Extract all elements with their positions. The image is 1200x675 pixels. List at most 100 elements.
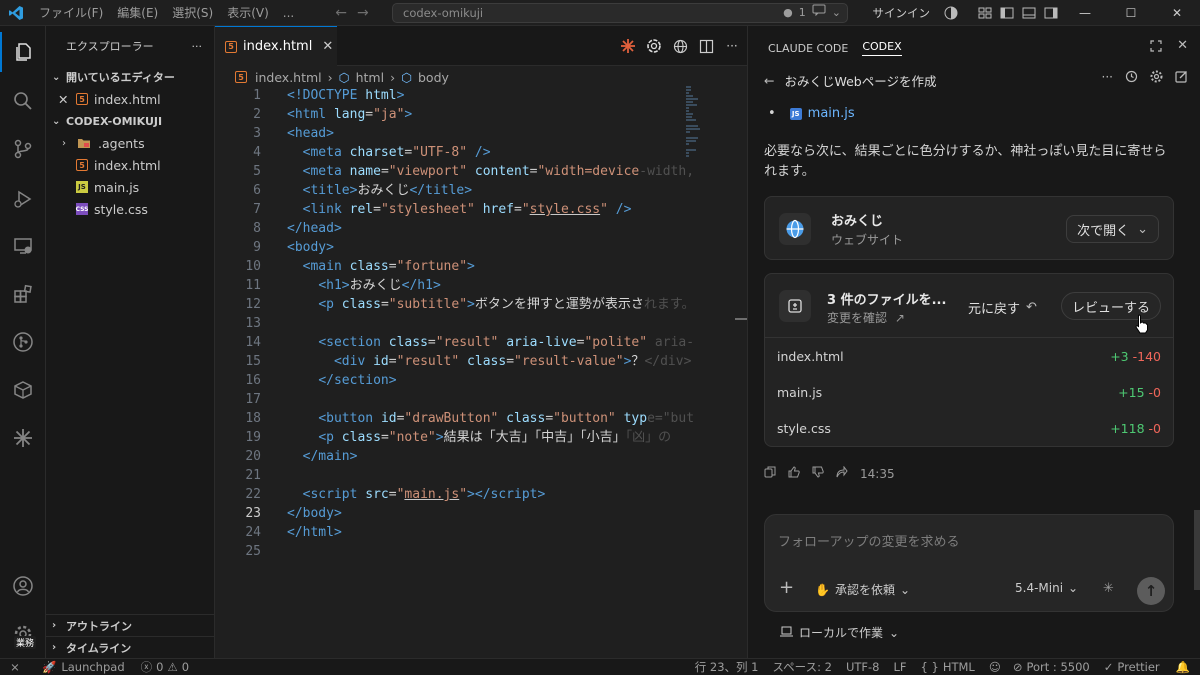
work-location-dropdown[interactable]: ローカルで作業 ⌄: [780, 624, 899, 641]
language-mode[interactable]: { } HTML: [921, 660, 975, 674]
tree-item-agents[interactable]: › .agents: [46, 132, 214, 154]
code-line[interactable]: 5 <meta name="viewport" content="width=d…: [215, 162, 735, 181]
customize-layout-icon[interactable]: [974, 0, 996, 26]
tab-codex[interactable]: CODEX: [862, 40, 902, 56]
copilot-icon[interactable]: ☺: [989, 660, 1001, 674]
menu-view[interactable]: 表示(V): [220, 0, 276, 26]
account-icon[interactable]: [0, 566, 46, 606]
reasoning-sparkle-icon[interactable]: ✳: [1103, 581, 1114, 596]
code-line[interactable]: 4 <meta charset="UTF-8" />: [215, 143, 735, 162]
back-arrow-icon[interactable]: ←: [764, 73, 774, 88]
claude-icon[interactable]: [0, 418, 46, 458]
code-line[interactable]: 24 </html>: [215, 523, 735, 542]
split-editor-icon[interactable]: [697, 37, 715, 55]
menu-file[interactable]: ファイル(F): [32, 0, 110, 26]
approval-dropdown[interactable]: ✋ 承認を依頼 ⌄: [815, 581, 910, 598]
tree-item-main-js[interactable]: JS main.js: [46, 176, 214, 198]
code-line[interactable]: 23 </body>: [215, 504, 735, 523]
follow-up-composer[interactable]: フォローアップの変更を求める + ✋ 承認を依頼 ⌄ 5.4-Mini ⌄ ✳ …: [764, 514, 1174, 612]
more-actions-icon[interactable]: ···: [723, 37, 741, 55]
breadcrumb-body[interactable]: body: [418, 70, 449, 85]
menu-more[interactable]: ...: [276, 0, 301, 26]
chat-icon[interactable]: [812, 4, 826, 22]
indentation[interactable]: スペース: 2: [772, 659, 831, 675]
thumbs-down-icon[interactable]: [812, 466, 824, 481]
close-tab-icon[interactable]: ✕: [322, 39, 333, 54]
cursor-position[interactable]: 行 23、列 1: [695, 659, 759, 675]
code-line[interactable]: 10 <main class="fortune">: [215, 257, 735, 276]
code-line[interactable]: 15 <div id="result" class="result-value"…: [215, 352, 735, 371]
code-line[interactable]: 25: [215, 542, 735, 561]
project-section[interactable]: ⌄ CODEX-OMIKUJI: [46, 110, 214, 132]
timeline-section[interactable]: › タイムライン: [46, 636, 215, 658]
add-attachment-icon[interactable]: +: [779, 579, 794, 597]
git-graph-icon[interactable]: [0, 322, 46, 362]
code-line[interactable]: 16 </section>: [215, 371, 735, 390]
code-line[interactable]: 22 <script src="main.js"></script>: [215, 485, 735, 504]
signin-button[interactable]: サインイン: [873, 5, 931, 21]
tree-item-index[interactable]: 5 index.html: [46, 154, 214, 176]
code-area[interactable]: 1 <!DOCTYPE html> 2 <html lang="ja"> 3 <head>…: [215, 86, 735, 561]
settings-gear-icon[interactable]: [1150, 70, 1163, 86]
code-line[interactable]: 1 <!DOCTYPE html>: [215, 86, 735, 105]
model-dropdown[interactable]: 5.4-Mini ⌄: [1015, 581, 1078, 595]
prettier-status[interactable]: ✓ Prettier: [1104, 660, 1160, 674]
remote-indicator-icon[interactable]: ⨯: [0, 660, 30, 674]
chevron-down-icon[interactable]: ⌄: [832, 4, 841, 22]
open-editor-item[interactable]: ✕ 5 index.html: [46, 88, 214, 110]
open-editors-section[interactable]: ⌄ 開いているエディター: [46, 66, 214, 88]
more-actions-icon[interactable]: ···: [192, 40, 203, 53]
tab-claude-code[interactable]: CLAUDE CODE: [768, 42, 848, 55]
menu-edit[interactable]: 編集(E): [110, 0, 165, 26]
close-icon[interactable]: ✕: [58, 92, 76, 107]
minimap[interactable]: [686, 86, 734, 157]
preview-globe-icon[interactable]: [671, 37, 689, 55]
send-arrow-icon[interactable]: ↑: [1137, 577, 1165, 605]
close-window-icon[interactable]: ✕: [1154, 0, 1200, 26]
close-panel-icon[interactable]: ✕: [1177, 38, 1188, 53]
file-link-row[interactable]: • JS main.js: [768, 106, 855, 121]
history-icon[interactable]: [1125, 70, 1138, 86]
file-link[interactable]: main.js: [808, 106, 855, 121]
maximize-panel-icon[interactable]: [1150, 40, 1162, 55]
revert-button[interactable]: 元に戻す ↶: [968, 298, 1037, 317]
command-center-search[interactable]: codex-omikuji ● 1 ⌄: [392, 3, 848, 23]
tab-index-html[interactable]: 5 index.html ✕: [215, 26, 337, 66]
code-line[interactable]: 18 <button id="drawButton" class="button…: [215, 409, 735, 428]
toggle-sidebar-icon[interactable]: [996, 0, 1018, 26]
forward-arrow-icon[interactable]: →: [357, 5, 369, 21]
back-arrow-icon[interactable]: ←: [335, 5, 347, 21]
share-icon[interactable]: [836, 465, 848, 481]
new-chat-icon[interactable]: [1175, 70, 1188, 86]
notifications-bell-icon[interactable]: 🔔: [1176, 660, 1190, 674]
code-line[interactable]: 3 <head>: [215, 124, 735, 143]
breadcrumb-file[interactable]: index.html: [255, 70, 322, 85]
explorer-icon[interactable]: [0, 32, 46, 72]
extensions-icon[interactable]: [0, 274, 46, 314]
openai-action-icon[interactable]: [645, 37, 663, 55]
code-line[interactable]: 17: [215, 390, 735, 409]
code-line[interactable]: 14 <section class="result" aria-live="po…: [215, 333, 735, 352]
code-line[interactable]: 8 </head>: [215, 219, 735, 238]
changed-file-row[interactable]: style.css +118 -0: [765, 410, 1173, 446]
end-of-line[interactable]: LF: [893, 660, 906, 674]
more-options-icon[interactable]: ···: [1102, 70, 1113, 86]
thumbs-up-icon[interactable]: [788, 466, 800, 481]
live-server-port[interactable]: ⊘ Port : 5500: [1013, 660, 1090, 674]
follow-up-input[interactable]: フォローアップの変更を求める: [778, 531, 959, 550]
search-icon[interactable]: [0, 81, 46, 121]
breadcrumb-html[interactable]: html: [356, 70, 384, 85]
source-control-icon[interactable]: [0, 129, 46, 169]
open-in-button[interactable]: 次で開く ⌄: [1066, 215, 1159, 243]
code-line[interactable]: 21: [215, 466, 735, 485]
containers-icon[interactable]: [0, 370, 46, 410]
code-line[interactable]: 2 <html lang="ja">: [215, 105, 735, 124]
remote-explorer-icon[interactable]: [0, 226, 46, 266]
copy-icon[interactable]: [764, 466, 776, 481]
code-line[interactable]: 19 <p class="note">結果は「大吉」「中吉」「小吉」「凶」の: [215, 428, 735, 447]
code-line[interactable]: 6 <title>おみくじ</title>: [215, 181, 735, 200]
claude-action-icon[interactable]: [619, 37, 637, 55]
toggle-secondary-sidebar-icon[interactable]: [1040, 0, 1062, 26]
code-line[interactable]: 12 <p class="subtitle">ボタンを押すと運勢が表示されます。: [215, 295, 735, 314]
toggle-panel-icon[interactable]: [1018, 0, 1040, 26]
